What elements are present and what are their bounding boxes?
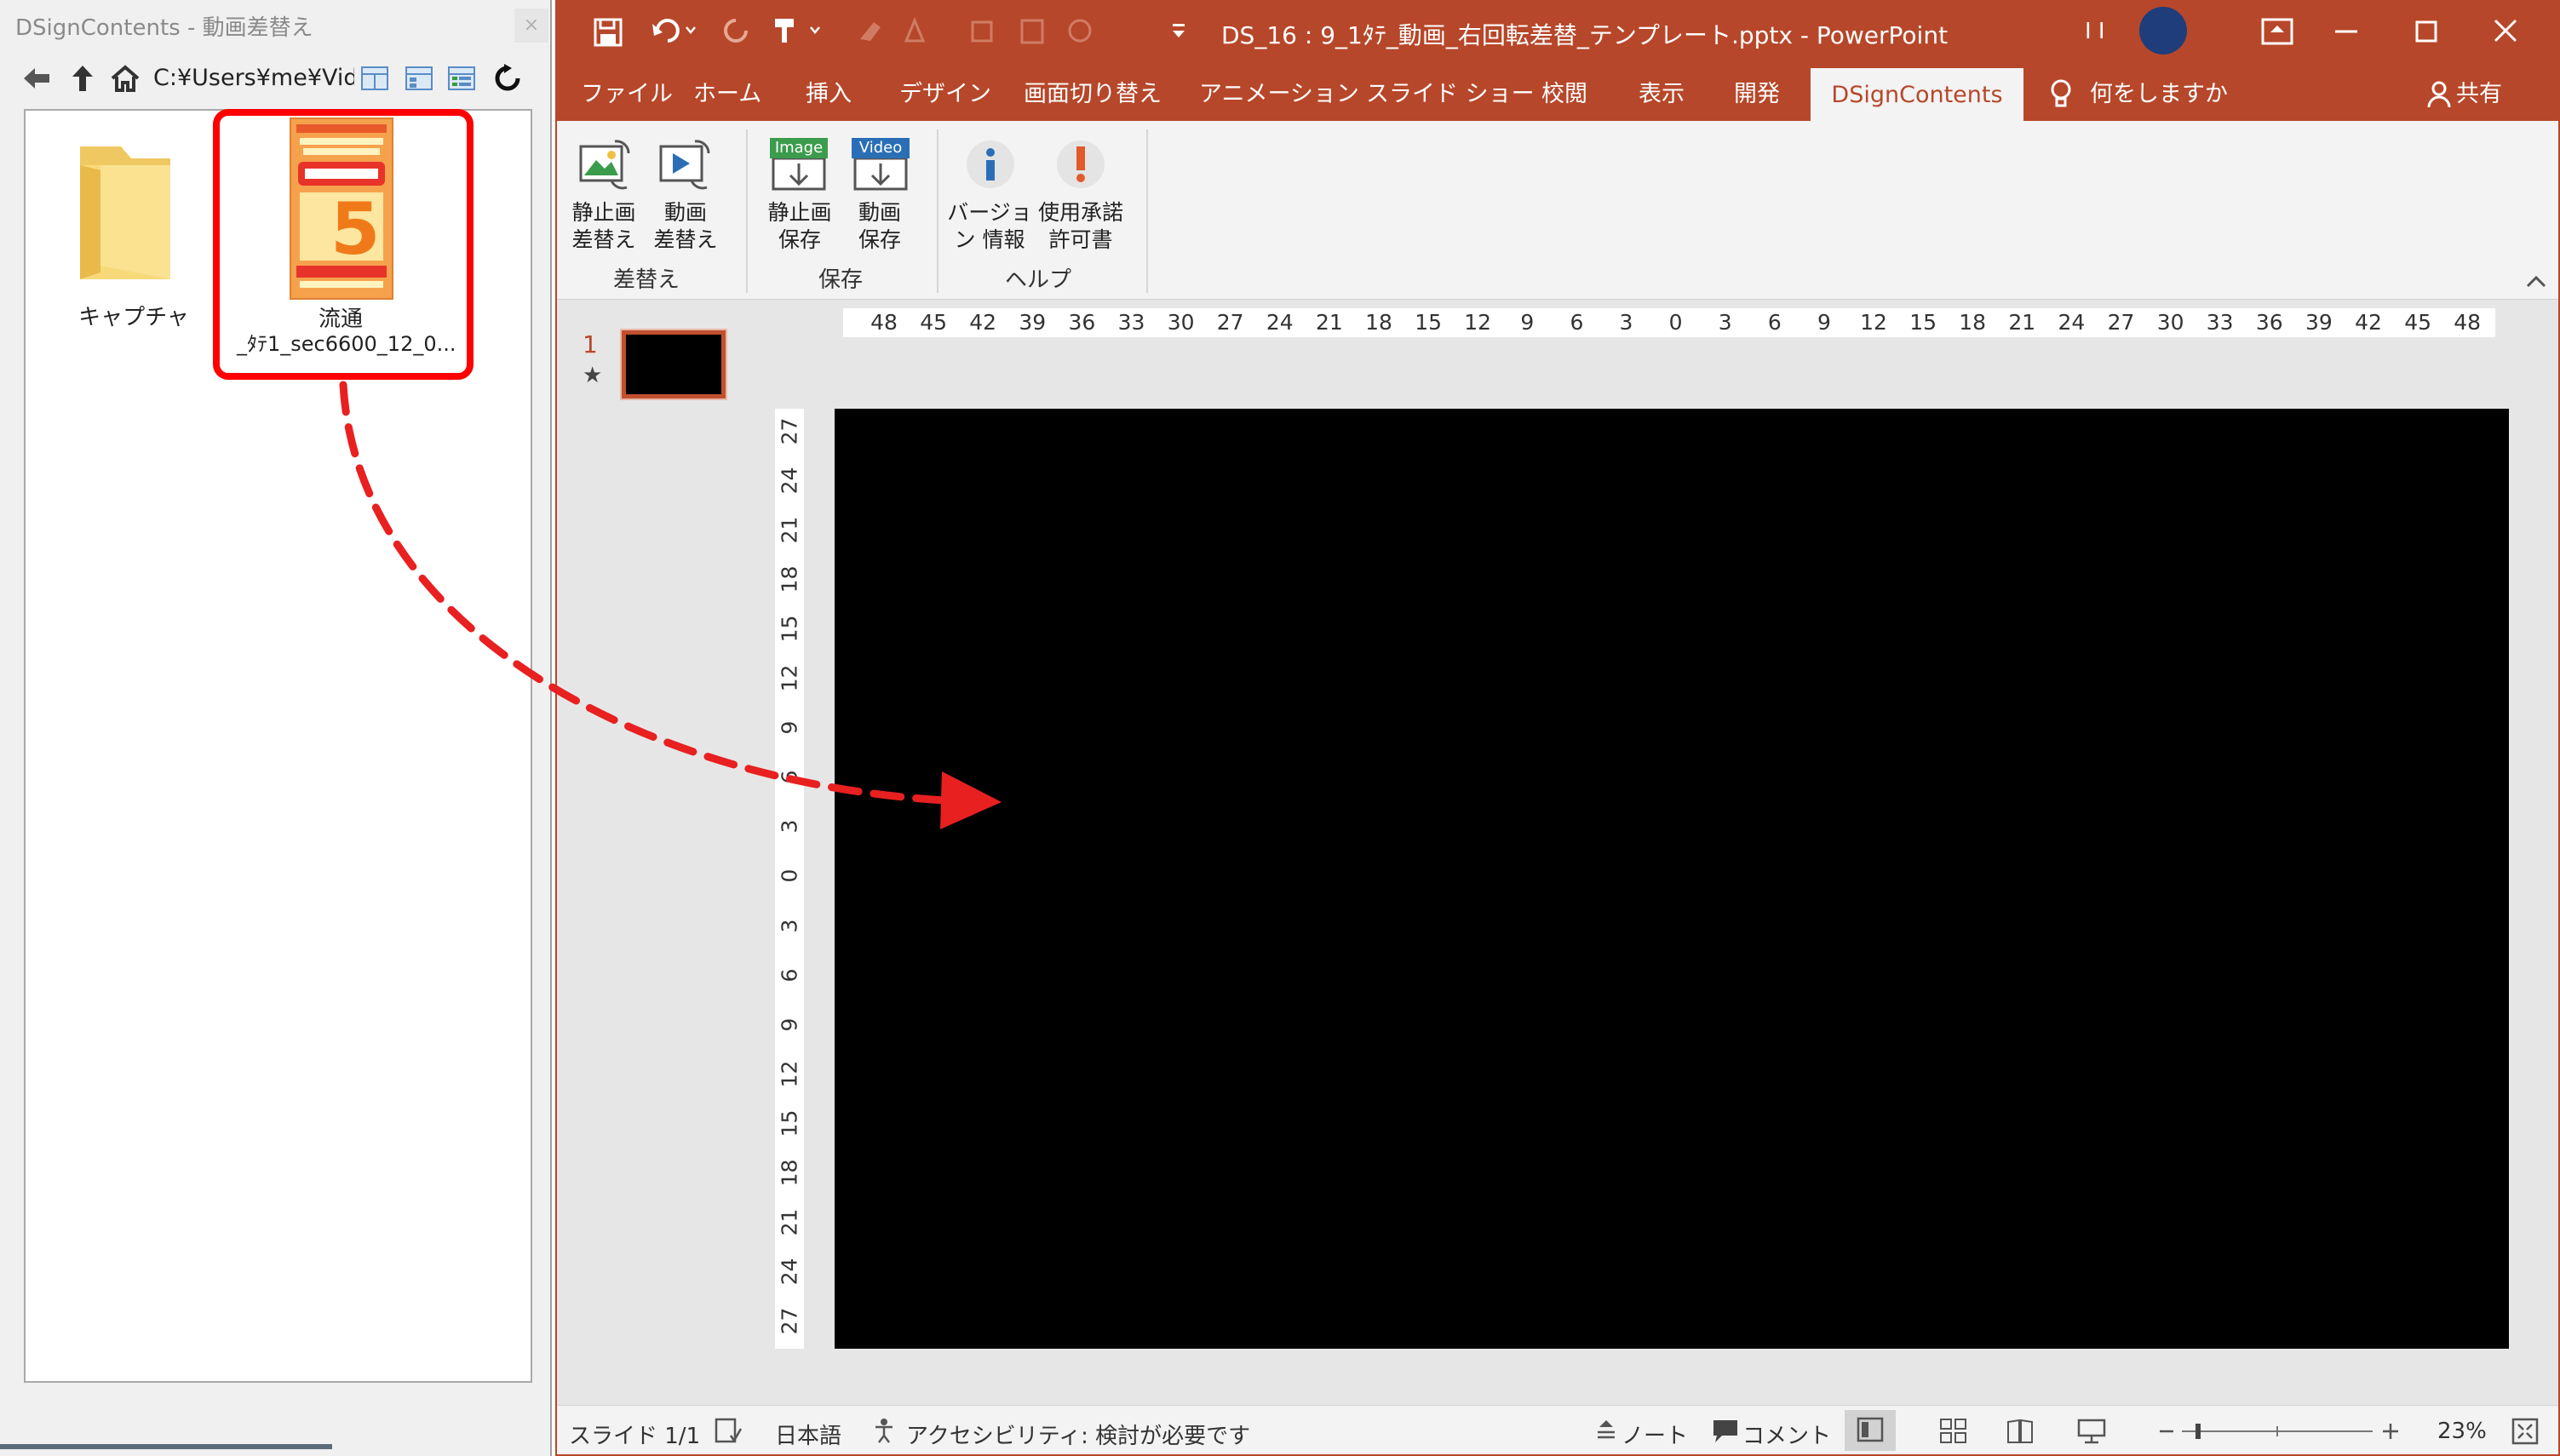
drag-arrow <box>339 381 1002 829</box>
